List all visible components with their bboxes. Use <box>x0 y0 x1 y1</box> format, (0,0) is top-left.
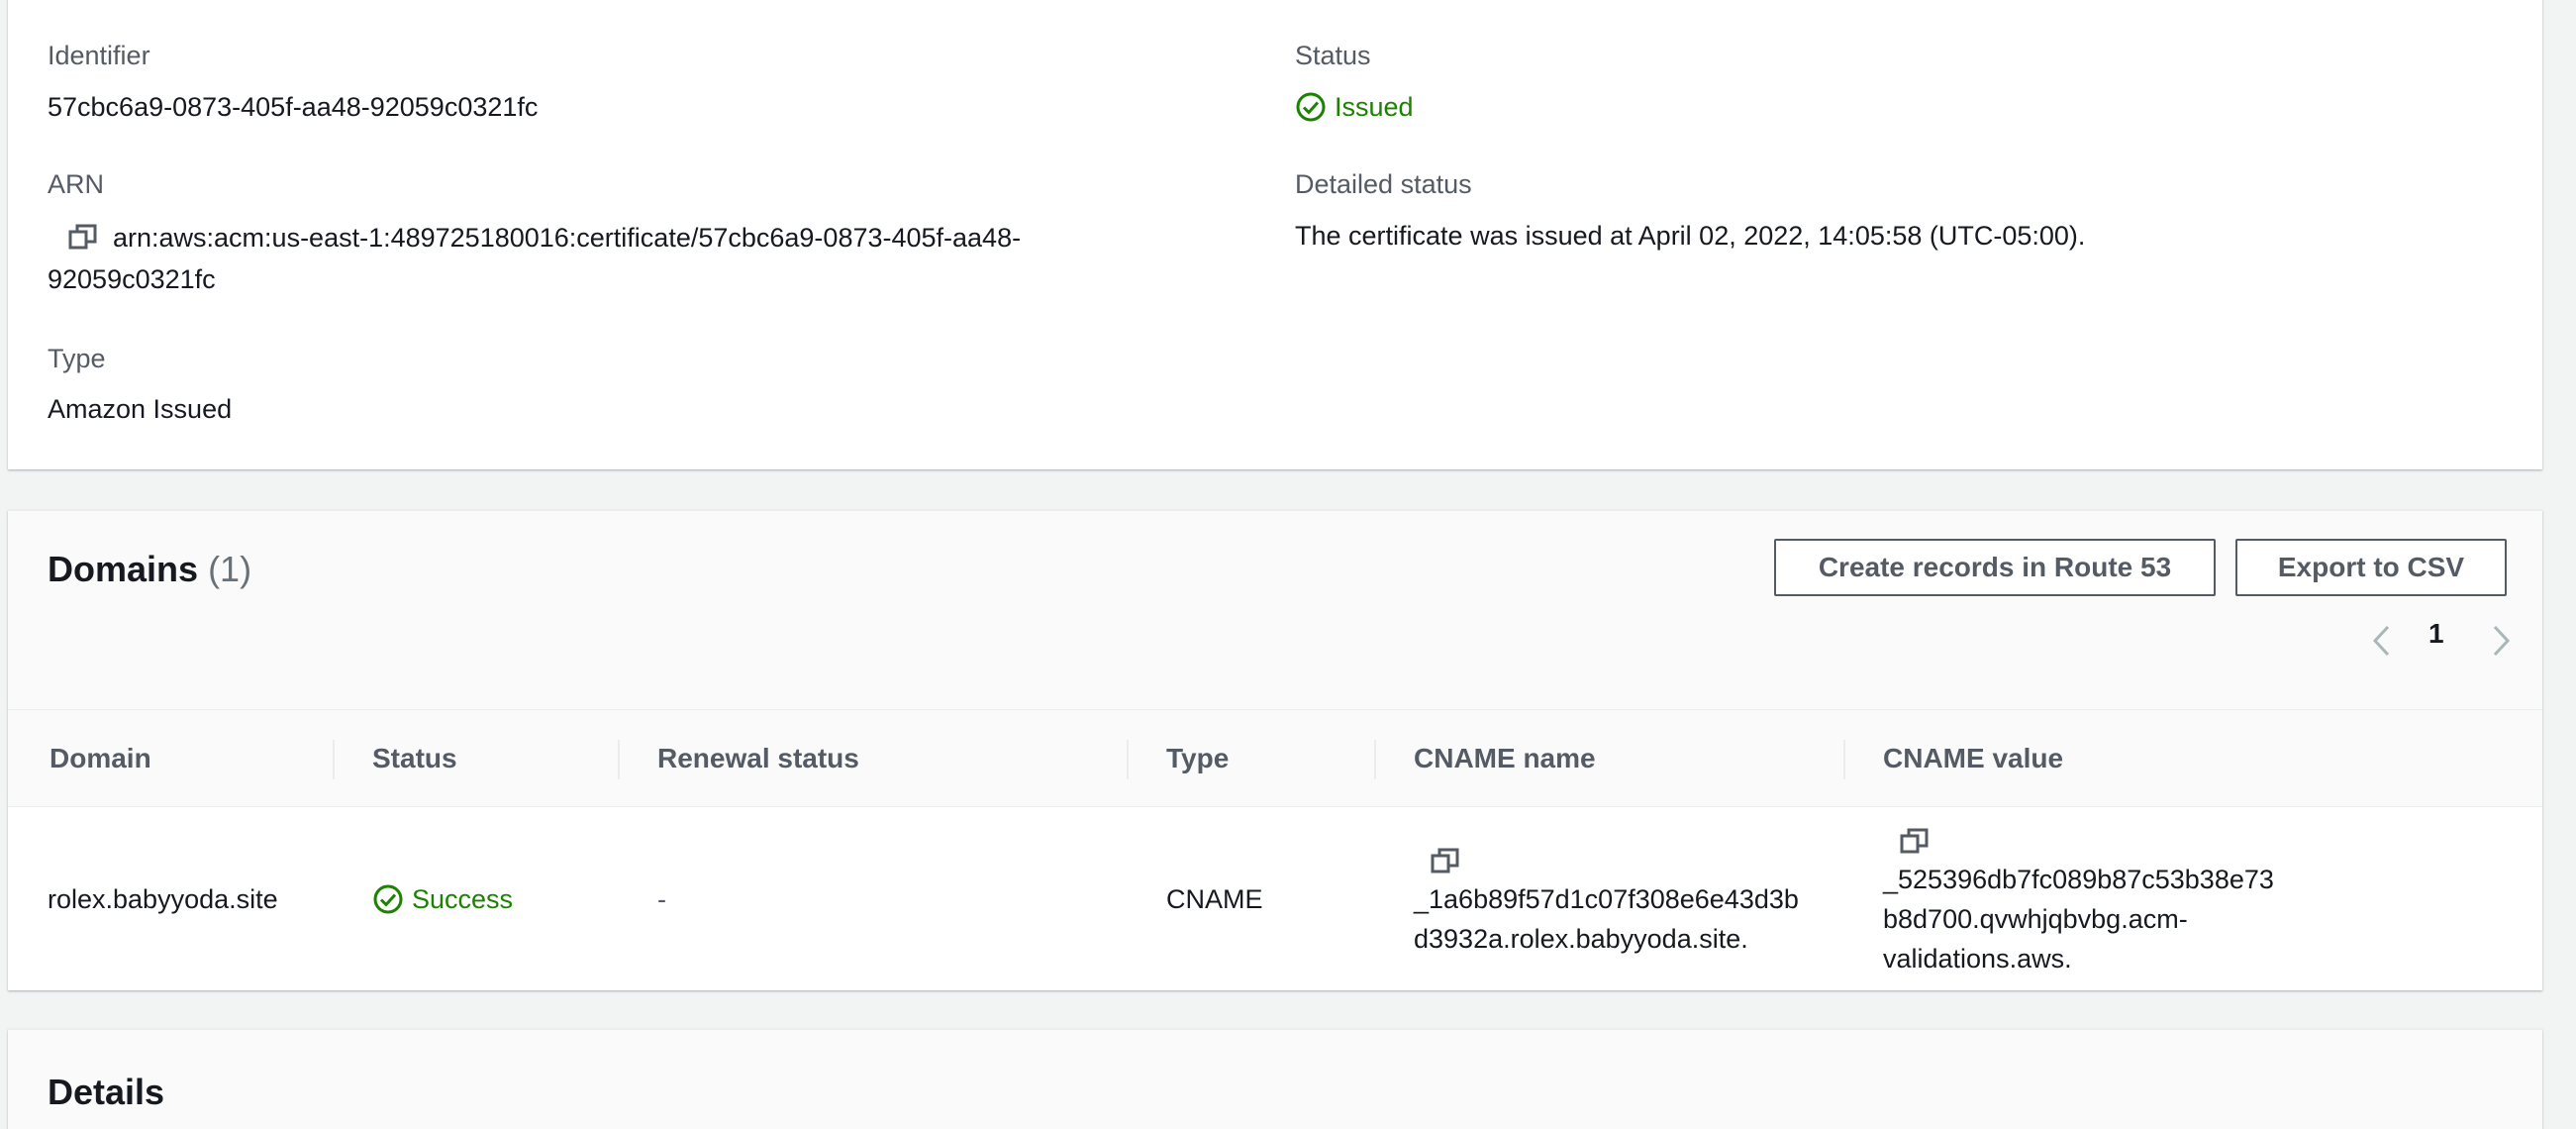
check-circle-icon <box>1296 92 1326 122</box>
column-header-domain[interactable]: Domain <box>8 709 333 807</box>
column-header-cname-name[interactable]: CNAME name <box>1374 709 1843 807</box>
cell-type: CNAME <box>1166 884 1263 914</box>
cname-value-line-3: validations.aws. <box>1883 944 2072 974</box>
type-value: Amazon Issued <box>48 394 233 424</box>
table-header-row: Domain Status Renewal status Type CNAME … <box>8 709 2542 807</box>
cname-name-line-2: d3932a.rolex.babyyoda.site. <box>1414 924 1748 954</box>
cname-value-line-2: b8d700.qvwhjqbvbg.acm- <box>1883 904 2188 934</box>
table-row: rolex.babyyoda.site Success - CNAME _1a6… <box>8 807 2542 992</box>
cname-value-line-1: _525396db7fc089b87c53b38e73 <box>1883 865 2274 894</box>
domains-title: Domains (1) <box>48 549 251 590</box>
domains-table: Domain Status Renewal status Type CNAME … <box>8 709 2542 991</box>
domains-header: Domains (1) Create records in Route 53 E… <box>8 511 2542 709</box>
status-value: Issued <box>1335 92 1414 122</box>
copy-icon[interactable] <box>1430 846 1461 877</box>
column-header-cname-value[interactable]: CNAME value <box>1843 709 2542 807</box>
identifier-label: Identifier <box>48 41 150 70</box>
chevron-right-icon[interactable] <box>2487 624 2515 658</box>
copy-icon[interactable] <box>1899 826 1931 858</box>
status-badge: Issued <box>1295 86 1414 128</box>
arn-value: arn:aws:acm:us-east-1:489725180016:certi… <box>48 217 1196 300</box>
detailed-status-label: Detailed status <box>1295 169 1472 199</box>
column-header-type[interactable]: Type <box>1127 709 1374 807</box>
domains-count: (1) <box>208 549 252 589</box>
check-circle-icon <box>373 884 403 914</box>
certificate-status-panel: Identifier 57cbc6a9-0873-405f-aa48-92059… <box>8 0 2542 469</box>
cell-cname-name: _1a6b89f57d1c07f308e6e43d3b d3932a.rolex… <box>1374 807 1843 992</box>
cname-name-line-1: _1a6b89f57d1c07f308e6e43d3b <box>1414 884 1799 914</box>
arn-label: ARN <box>48 169 105 199</box>
create-records-button[interactable]: Create records in Route 53 <box>1774 539 2216 596</box>
type-label: Type <box>48 344 106 373</box>
detailed-status-value: The certificate was issued at April 02, … <box>1295 221 2086 251</box>
details-panel: Details <box>8 1029 2542 1129</box>
column-header-renewal-status[interactable]: Renewal status <box>618 709 1127 807</box>
current-page[interactable]: 1 <box>2428 618 2444 650</box>
domains-panel: Domains (1) Create records in Route 53 E… <box>8 510 2542 990</box>
cell-status: Success <box>333 807 618 992</box>
arn-line-2: 92059c0321fc <box>48 264 216 294</box>
status-success-badge: Success <box>372 879 618 919</box>
identifier-value: 57cbc6a9-0873-405f-aa48-92059c0321fc <box>48 92 539 122</box>
copy-icon[interactable] <box>67 222 99 254</box>
cell-domain: rolex.babyyoda.site <box>48 884 278 914</box>
cell-cname-value: _525396db7fc089b87c53b38e73 b8d700.qvwhj… <box>1843 807 2542 992</box>
column-header-status[interactable]: Status <box>333 709 618 807</box>
export-csv-button[interactable]: Export to CSV <box>2235 539 2507 596</box>
chevron-left-icon[interactable] <box>2368 624 2396 658</box>
details-title: Details <box>48 1072 165 1112</box>
arn-line-1: arn:aws:acm:us-east-1:489725180016:certi… <box>113 223 1022 253</box>
domains-title-text: Domains <box>48 549 199 589</box>
cell-renewal-status: - <box>657 884 666 914</box>
status-label: Status <box>1295 41 1371 70</box>
